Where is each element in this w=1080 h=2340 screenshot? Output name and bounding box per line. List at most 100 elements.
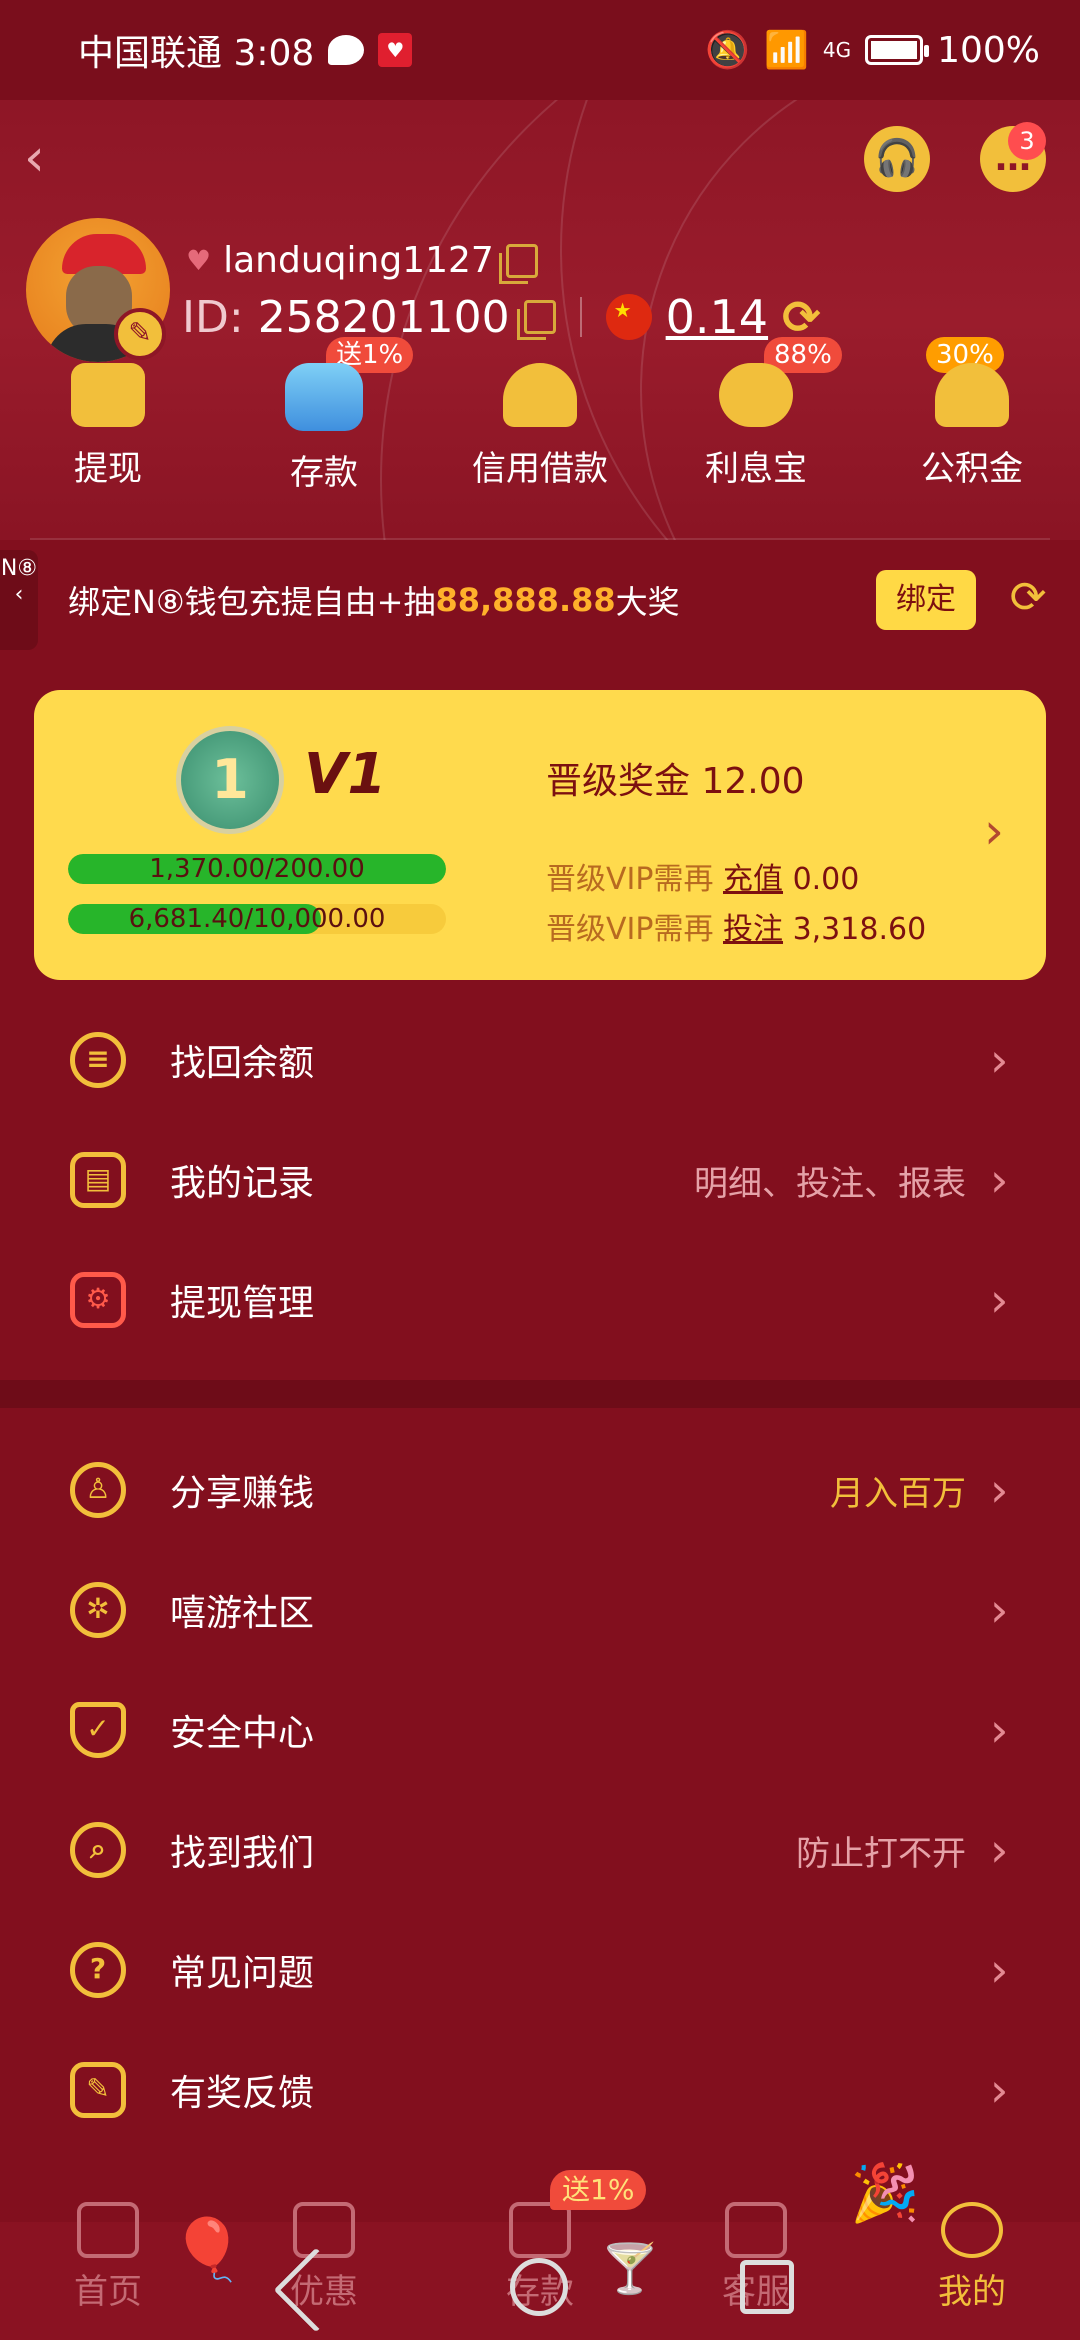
profile-icon (941, 2202, 1003, 2258)
heart-icon: ♥ (186, 244, 212, 277)
piggy-bank-icon (719, 363, 793, 427)
menu-recover-balance[interactable]: ≡ 找回余额 › (0, 1000, 1080, 1120)
find-us-icon: ⌕ (70, 1822, 126, 1878)
need-bet-value: 3,318.60 (792, 912, 927, 947)
vip-need-deposit: 晋级VIP需再 充值 0.00 (546, 854, 859, 898)
quick-deposit[interactable]: 送1% 存款 (216, 337, 432, 494)
chevron-right-icon: › (990, 1273, 1009, 1327)
shield-check-icon: ✓ (70, 1702, 126, 1758)
user-id: 258201100 (257, 291, 510, 343)
nav-customer-service[interactable]: 客服 (648, 2202, 864, 2340)
battery-percent: 100% (937, 29, 1040, 71)
vip-bonus: 晋级奖金 12.00 (546, 752, 805, 804)
bottom-nav: 首页 优惠 送1% 存款 客服 我的 (0, 2170, 1080, 2340)
balloon-decoration-icon: 🎈 (170, 2215, 245, 2285)
bonus-label: 晋级奖金 (546, 761, 691, 802)
quick-label: 提现 (74, 449, 142, 489)
wallet-deposit-icon (285, 363, 363, 431)
vip-medal-icon: 1 (176, 726, 284, 834)
records-icon: ▤ (70, 1152, 126, 1208)
menu-faq[interactable]: ? 常见问题 › (0, 1910, 1080, 2030)
quick-fund[interactable]: 30% 公积金 (864, 337, 1080, 494)
copy-username-icon[interactable] (498, 243, 538, 284)
deposit-wallet-icon (509, 2202, 571, 2258)
need-prefix: 晋级VIP需再 (546, 862, 714, 897)
battery-icon (865, 35, 930, 65)
menu-security-center[interactable]: ✓ 安全中心 › (0, 1670, 1080, 1790)
edit-avatar-icon[interactable]: ✎ (114, 308, 166, 360)
chevron-right-icon: › (990, 1153, 1009, 1207)
chevron-right-icon: › (990, 2063, 1009, 2117)
nav-profile[interactable]: 我的 (864, 2202, 1080, 2340)
quick-interest[interactable]: 88% 利息宝 (648, 337, 864, 494)
chevron-right-icon: › (990, 1033, 1009, 1087)
quick-actions: 提现 送1% 存款 信用借款 88% 利息宝 30% 公积金 (0, 337, 1080, 494)
id-row: ID: 258201100 0.14 ⟳ (182, 290, 821, 344)
bonus-value: 12.00 (701, 761, 805, 802)
menu-find-us[interactable]: ⌕ 找到我们 防止打不开 › (0, 1790, 1080, 1910)
quick-label: 公积金 (921, 449, 1023, 489)
home-icon (77, 2202, 139, 2258)
bind-button[interactable]: 绑定 (876, 570, 976, 630)
menu-label: 分享赚钱 (170, 1473, 315, 1514)
quick-credit-loan[interactable]: 信用借款 (432, 355, 648, 494)
bet-progress: 6,681.40/10,000.00 (68, 904, 446, 934)
share-user-icon: ♙ (70, 1462, 126, 1518)
menu-label: 常见问题 (170, 1953, 315, 1994)
vip-card[interactable]: 1 V1 1,370.00/200.00 6,681.40/10,000.00 … (34, 690, 1046, 980)
menu-withdraw-manage[interactable]: ⚙ 提现管理 › (0, 1240, 1080, 1360)
menu-label: 提现管理 (170, 1283, 315, 1324)
menu-extra: 防止打不开 (796, 1833, 966, 1874)
china-flag-icon (605, 294, 652, 340)
mute-icon: 🔕 (705, 30, 751, 71)
quick-withdraw[interactable]: 提现 (0, 355, 216, 494)
message-app-icon (328, 35, 365, 65)
menu-label: 找回余额 (170, 1043, 315, 1084)
quick-label: 利息宝 (705, 449, 807, 489)
nav-promotions[interactable]: 优惠 (216, 2202, 432, 2340)
chevron-right-icon: › (984, 802, 1004, 860)
copy-id-icon[interactable] (516, 300, 556, 340)
deposit-nav-badge: 送1% (550, 2170, 647, 2210)
quick-label: 信用借款 (472, 449, 608, 489)
menu-extra: 月入百万 (830, 1473, 966, 1514)
banner-prefix: 绑定N⑧钱包充提自由+抽 (68, 583, 436, 621)
need-prefix: 晋级VIP需再 (546, 912, 714, 947)
vip-level: V1 (304, 742, 387, 807)
fund-hand-icon (935, 363, 1009, 427)
back-button[interactable]: ‹ (24, 128, 84, 188)
nav-label: 我的 (938, 2272, 1006, 2312)
deposit-link[interactable]: 充值 (723, 862, 783, 897)
bet-link[interactable]: 投注 (723, 912, 783, 947)
refresh-balance-icon[interactable]: ⟳ (782, 290, 821, 344)
deposit-progress: 1,370.00/200.00 (68, 854, 446, 884)
balance[interactable]: 0.14 (666, 290, 768, 344)
need-deposit-value: 0.00 (792, 862, 860, 897)
headset-icon[interactable]: 🎧 (864, 126, 930, 192)
chevron-right-icon: › (990, 1943, 1009, 1997)
carrier-time: 中国联通 3:08 (78, 33, 315, 74)
party-popper-decoration-icon: 🎉 (850, 2161, 920, 2226)
menu-label: 嘻游社区 (170, 1593, 315, 1634)
profile-header: ‹ 🎧 … 3 ✎ ♥ landuqing1127 ID: 258201100 … (0, 100, 1080, 540)
chevron-right-icon: › (990, 1583, 1009, 1637)
menu-my-records[interactable]: ▤ 我的记录 明细、投注、报表 › (0, 1120, 1080, 1240)
withdraw-icon (71, 363, 145, 427)
message-count-badge: 3 (1008, 122, 1046, 160)
progress-text: 6,681.40/10,000.00 (128, 904, 386, 934)
chevron-right-icon: › (990, 1823, 1009, 1877)
status-bar: 中国联通 3:08 ♥ 🔕 📶 4G 100% (0, 0, 1080, 100)
divider (30, 538, 1050, 540)
refresh-icon[interactable]: ⟳ (1004, 574, 1052, 622)
nav-label: 首页 (74, 2272, 142, 2312)
cocktail-decoration-icon: 🍸 (600, 2241, 660, 2297)
community-aperture-icon: ✲ (70, 1582, 126, 1638)
menu-feedback[interactable]: ✎ 有奖反馈 › (0, 2030, 1080, 2150)
customer-service-icon (725, 2202, 787, 2258)
menu-share-earn[interactable]: ♙ 分享赚钱 月入百万 › (0, 1430, 1080, 1550)
menu-label: 我的记录 (170, 1163, 315, 1204)
menu-community[interactable]: ✲ 嘻游社区 › (0, 1550, 1080, 1670)
credit-loan-icon (503, 363, 577, 427)
menu-extra: 明细、投注、报表 (694, 1163, 966, 1204)
recover-balance-icon: ≡ (70, 1032, 126, 1088)
